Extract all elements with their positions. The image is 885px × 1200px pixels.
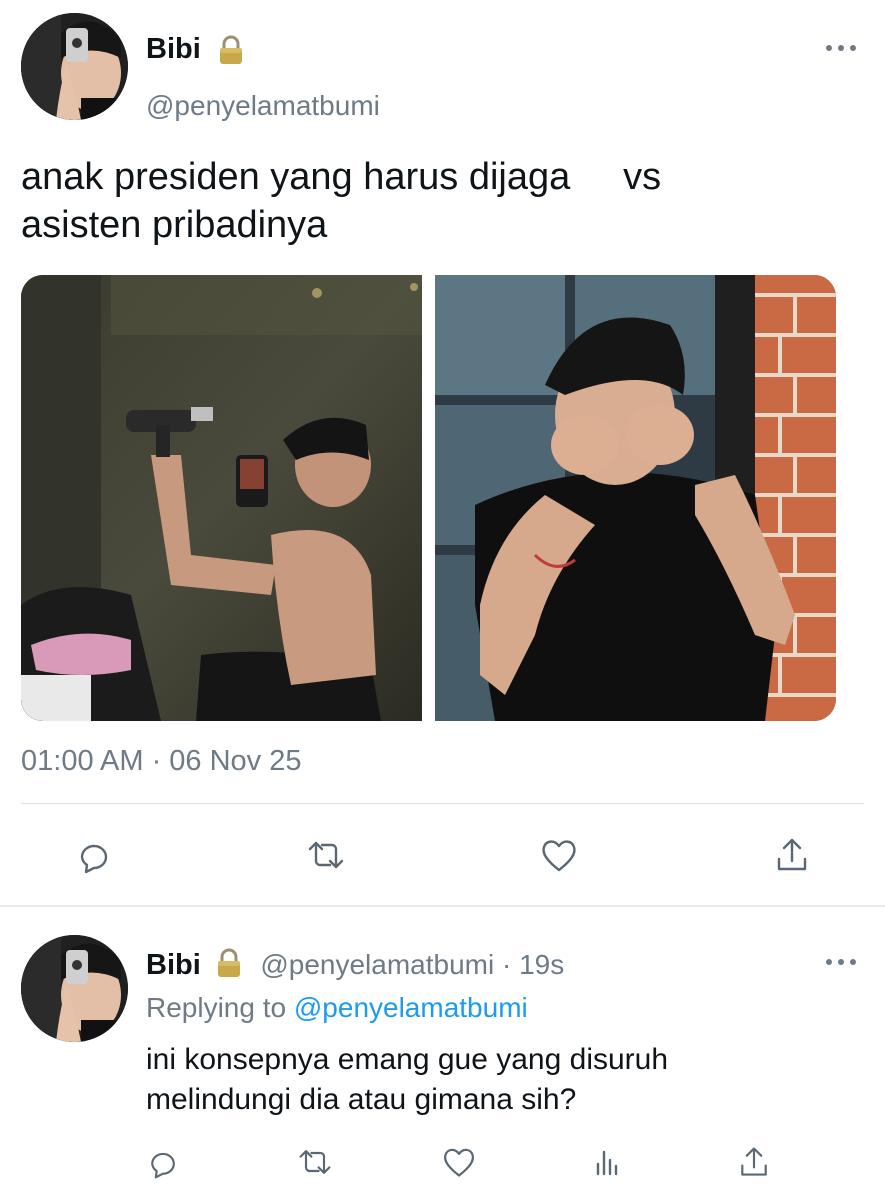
reply-icon[interactable] [69,830,119,880]
analytics-icon[interactable] [583,1137,633,1187]
retweet-icon[interactable] [301,830,351,880]
reply-avatar[interactable] [21,935,128,1042]
avatar[interactable] [21,13,128,120]
reply-author-handle[interactable]: @penyelamatbumi [260,949,494,980]
more-icon[interactable] [824,38,858,58]
more-icon[interactable] [824,952,858,972]
tweet-text-line-1: anak presiden yang harus dijaga vs [21,156,662,198]
share-icon[interactable] [729,1137,779,1187]
lock-icon [215,948,243,985]
reply-header: Bibi @penyelamatbumi · 19s [146,948,564,985]
lock-icon [217,35,245,70]
divider [21,803,864,804]
reply-text-line-2: melindungi dia atau gimana sih? [146,1083,577,1116]
reply-text-line-1: ini konsepnya emang gue yang disuruh [146,1043,669,1076]
media-grid [21,275,836,721]
tweet-timestamp[interactable]: 01:00 AM · 06 Nov 25 [21,745,302,778]
tweet-text: anak presiden yang harus dijaga vs asist… [21,153,861,249]
author-name[interactable]: Bibi [146,33,201,66]
section-separator [0,905,885,907]
reply-author-name[interactable]: Bibi [146,949,201,981]
replying-to-handle[interactable]: @penyelamatbumi [294,992,528,1023]
tweet-text-line-2: asisten pribadinya [21,204,328,246]
media-photo-2[interactable] [435,275,836,721]
retweet-icon[interactable] [290,1137,340,1187]
reply-time: · 19s [502,948,565,980]
heart-icon[interactable] [534,830,584,880]
replying-to: Replying to @penyelamatbumi [146,992,528,1024]
reply-text: ini konsepnya emang gue yang disuruh mel… [146,1040,846,1120]
media-photo-1[interactable] [21,275,422,721]
reply-icon[interactable] [138,1137,188,1187]
heart-icon[interactable] [434,1137,484,1187]
author-handle[interactable]: @penyelamatbumi [146,90,380,122]
share-icon[interactable] [767,830,817,880]
replying-to-label: Replying to [146,992,287,1023]
